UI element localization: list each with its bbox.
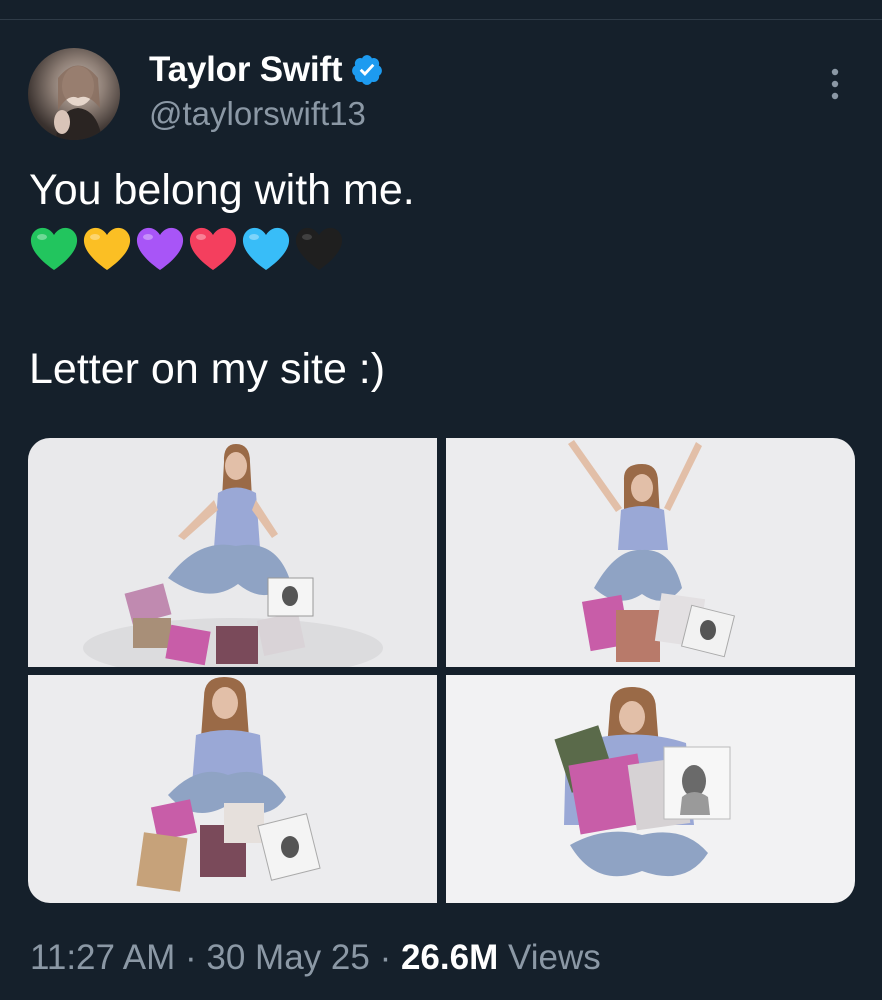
- meta-separator: ·: [379, 938, 392, 977]
- photo-1[interactable]: [28, 438, 437, 667]
- author-avatar[interactable]: [28, 48, 120, 140]
- author-handle[interactable]: @taylorswift13: [149, 94, 366, 134]
- views-label: Views: [507, 938, 601, 977]
- black-heart-icon: [295, 227, 343, 270]
- verified-badge-icon[interactable]: [350, 53, 384, 87]
- more-options-icon[interactable]: [822, 64, 848, 104]
- purple-heart-icon: [136, 227, 184, 270]
- tweet-text-line-3: Letter on my site :): [29, 345, 386, 393]
- heart-emoji-row: [27, 222, 345, 278]
- media-grid: [28, 438, 855, 903]
- author-display-name[interactable]: Taylor Swift: [149, 49, 343, 91]
- tweet-time[interactable]: 11:27 AM: [30, 938, 175, 977]
- red-heart-icon: [189, 227, 237, 270]
- views-count[interactable]: 26.6M: [401, 938, 498, 977]
- photo-2[interactable]: [446, 438, 855, 667]
- light-blue-heart-icon: [242, 227, 290, 270]
- author-name-row[interactable]: Taylor Swift: [149, 49, 384, 91]
- tweet-text-line-1: You belong with me.: [29, 166, 415, 214]
- photo-3[interactable]: [28, 675, 437, 903]
- meta-separator: ·: [185, 938, 197, 977]
- top-divider: [0, 19, 882, 20]
- tweet-meta: 11:27 AM · 30 May 25 · 26.6M Views: [30, 934, 601, 982]
- yellow-heart-icon: [83, 227, 131, 270]
- green-heart-icon: [30, 227, 78, 270]
- tweet-date[interactable]: 30 May 25: [206, 938, 369, 977]
- photo-4[interactable]: [446, 675, 855, 903]
